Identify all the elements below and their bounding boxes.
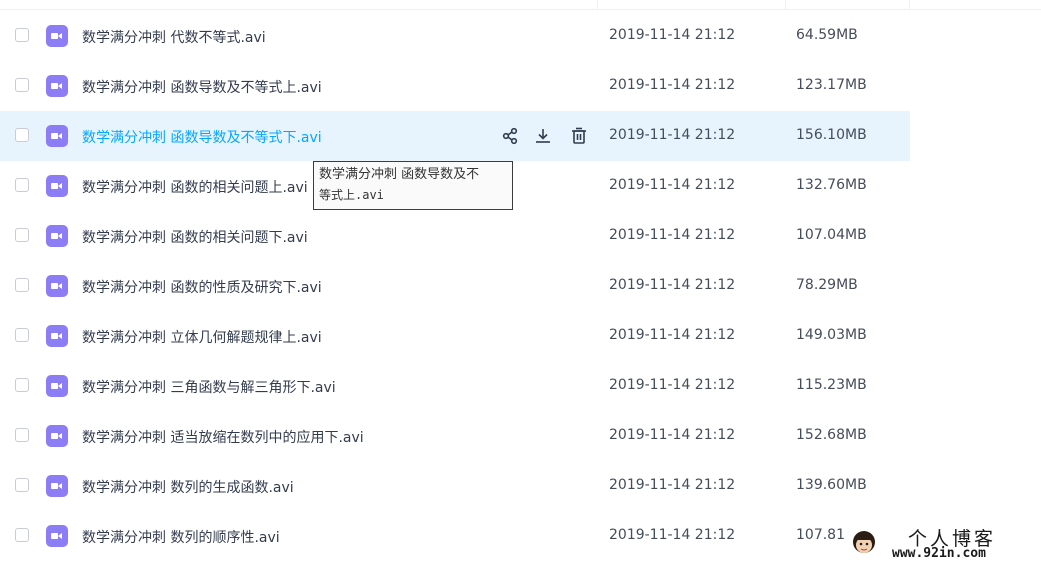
- row-checkbox[interactable]: [15, 228, 29, 242]
- video-file-icon: [46, 175, 68, 197]
- file-size: 107.81: [796, 527, 845, 543]
- video-file-icon: [46, 275, 68, 297]
- video-file-icon: [46, 375, 68, 397]
- file-size: 123.17MB: [796, 77, 867, 93]
- share-icon: [499, 126, 521, 146]
- filename-tooltip: 数学满分冲刺 函数导数及不 等式上.avi: [313, 161, 513, 210]
- file-row[interactable]: 数学满分冲刺 数列的生成函数.avi 2019-11-14 21:12 139.…: [0, 461, 910, 511]
- file-size: 132.76MB: [796, 177, 867, 193]
- file-size: 64.59MB: [796, 27, 858, 43]
- file-name[interactable]: 数学满分冲刺 代数不等式.avi: [82, 27, 266, 47]
- row-checkbox[interactable]: [15, 528, 29, 542]
- file-name[interactable]: 数学满分冲刺 函数导数及不等式下.avi: [82, 127, 322, 147]
- row-checkbox[interactable]: [15, 28, 29, 42]
- delete-button[interactable]: [568, 125, 590, 147]
- file-name[interactable]: 数学满分冲刺 函数的相关问题下.avi: [82, 227, 308, 247]
- file-modified-date: 2019-11-14 21:12: [609, 27, 736, 43]
- file-name[interactable]: 数学满分冲刺 适当放缩在数列中的应用下.avi: [82, 427, 364, 447]
- file-modified-date: 2019-11-14 21:12: [609, 377, 736, 393]
- file-modified-date: 2019-11-14 21:12: [609, 227, 736, 243]
- video-file-icon: [46, 325, 68, 347]
- watermark: 个人博客 www.92in.com: [850, 522, 1041, 566]
- file-row[interactable]: 数学满分冲刺 函数导数及不等式下.avi 2019-11-14 21:12 15…: [0, 111, 910, 161]
- delete-icon: [568, 126, 590, 146]
- file-size: 107.04MB: [796, 227, 867, 243]
- file-modified-date: 2019-11-14 21:12: [609, 127, 736, 143]
- video-file-icon: [46, 75, 68, 97]
- video-file-icon: [46, 25, 68, 47]
- file-size: 156.10MB: [796, 127, 867, 143]
- file-name[interactable]: 数学满分冲刺 函数的性质及研究下.avi: [82, 277, 322, 297]
- file-row[interactable]: 数学满分冲刺 函数导数及不等式上.avi 2019-11-14 21:12 12…: [0, 61, 910, 111]
- file-row[interactable]: 数学满分冲刺 函数的性质及研究下.avi 2019-11-14 21:12 78…: [0, 261, 910, 311]
- video-file-icon: [46, 225, 68, 247]
- row-checkbox[interactable]: [15, 178, 29, 192]
- file-size: 152.68MB: [796, 427, 867, 443]
- file-modified-date: 2019-11-14 21:12: [609, 427, 736, 443]
- file-size: 115.23MB: [796, 377, 867, 393]
- file-row[interactable]: 数学满分冲刺 数列的顺序性.avi 2019-11-14 21:12 107.8…: [0, 511, 910, 561]
- row-checkbox[interactable]: [15, 128, 29, 142]
- file-modified-date: 2019-11-14 21:12: [609, 477, 736, 493]
- file-size: 149.03MB: [796, 327, 867, 343]
- file-modified-date: 2019-11-14 21:12: [609, 277, 736, 293]
- video-file-icon: [46, 425, 68, 447]
- file-name[interactable]: 数学满分冲刺 数列的顺序性.avi: [82, 527, 280, 547]
- video-file-icon: [46, 475, 68, 497]
- share-button[interactable]: [499, 125, 521, 147]
- column-divider: [597, 0, 598, 10]
- row-checkbox[interactable]: [15, 278, 29, 292]
- tooltip-line-2: 等式上.avi: [319, 188, 384, 202]
- file-row[interactable]: 数学满分冲刺 适当放缩在数列中的应用下.avi 2019-11-14 21:12…: [0, 411, 910, 461]
- tooltip-line-1: 数学满分冲刺 函数导数及不: [319, 167, 480, 182]
- download-icon: [532, 126, 554, 146]
- file-name[interactable]: 数学满分冲刺 数列的生成函数.avi: [82, 477, 294, 497]
- file-name[interactable]: 数学满分冲刺 立体几何解题规律上.avi: [82, 327, 322, 347]
- column-divider: [785, 0, 786, 10]
- file-row[interactable]: 数学满分冲刺 三角函数与解三角形下.avi 2019-11-14 21:12 1…: [0, 361, 910, 411]
- table-header: [0, 0, 1041, 10]
- file-name[interactable]: 数学满分冲刺 函数导数及不等式上.avi: [82, 77, 322, 97]
- row-checkbox[interactable]: [15, 328, 29, 342]
- watermark-url: www.92in.com: [892, 546, 986, 561]
- file-row[interactable]: 数学满分冲刺 代数不等式.avi 2019-11-14 21:12 64.59M…: [0, 11, 910, 61]
- column-divider: [909, 0, 910, 10]
- file-row[interactable]: 数学满分冲刺 函数的相关问题下.avi 2019-11-14 21:12 107…: [0, 211, 910, 261]
- file-row[interactable]: 数学满分冲刺 立体几何解题规律上.avi 2019-11-14 21:12 14…: [0, 311, 910, 361]
- file-name[interactable]: 数学满分冲刺 三角函数与解三角形下.avi: [82, 377, 336, 397]
- file-modified-date: 2019-11-14 21:12: [609, 327, 736, 343]
- row-checkbox[interactable]: [15, 78, 29, 92]
- row-checkbox[interactable]: [15, 428, 29, 442]
- file-modified-date: 2019-11-14 21:12: [609, 177, 736, 193]
- file-size: 139.60MB: [796, 477, 867, 493]
- video-file-icon: [46, 525, 68, 547]
- file-name[interactable]: 数学满分冲刺 函数的相关问题上.avi: [82, 177, 308, 197]
- file-modified-date: 2019-11-14 21:12: [609, 527, 736, 543]
- file-list: 数学满分冲刺 代数不等式.avi 2019-11-14 21:12 64.59M…: [0, 11, 910, 561]
- video-file-icon: [46, 125, 68, 147]
- row-checkbox[interactable]: [15, 378, 29, 392]
- file-modified-date: 2019-11-14 21:12: [609, 77, 736, 93]
- avatar-logo-icon: [853, 531, 875, 553]
- download-button[interactable]: [532, 125, 554, 147]
- file-size: 78.29MB: [796, 277, 858, 293]
- row-checkbox[interactable]: [15, 478, 29, 492]
